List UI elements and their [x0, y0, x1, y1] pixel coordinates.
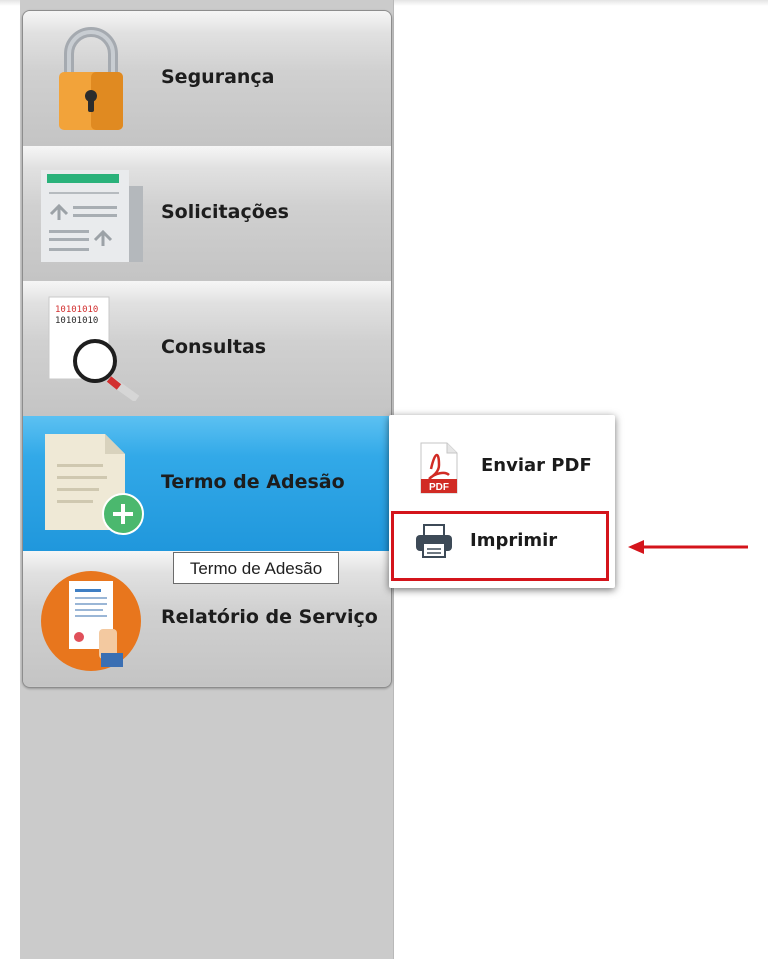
- svg-text:10101010: 10101010: [55, 316, 98, 326]
- print-label: Imprimir: [470, 530, 558, 551]
- menu-label: Solicitações: [161, 201, 289, 223]
- menu-item-consultas[interactable]: 10101010 10101010 Consultas: [23, 281, 391, 416]
- context-submenu: PDF Enviar PDF Imprimir: [389, 415, 615, 588]
- report-certificate-icon: [41, 571, 141, 671]
- menu-label: Segurança: [161, 66, 275, 88]
- document-list-icon: [41, 170, 143, 262]
- menu-label: Relatório de Serviço: [161, 606, 378, 628]
- pdf-icon-text: PDF: [429, 482, 449, 493]
- print-menu-item[interactable]: Imprimir: [391, 511, 609, 581]
- tooltip: Termo de Adesão: [173, 552, 339, 584]
- sidebar-menu: Segurança Solicitações 10101010 10101010: [22, 10, 392, 688]
- menu-item-solicitacoes[interactable]: Solicitações: [23, 146, 391, 281]
- red-arrow-annotation: [628, 540, 748, 554]
- printer-icon: [416, 524, 452, 558]
- menu-label: Termo de Adesão: [161, 471, 345, 493]
- send-pdf-menu-item[interactable]: PDF Enviar PDF: [389, 427, 615, 512]
- send-pdf-label: Enviar PDF: [481, 455, 592, 476]
- pdf-icon: PDF: [420, 442, 458, 494]
- menu-label: Consultas: [161, 336, 267, 358]
- menu-item-seguranca[interactable]: Segurança: [23, 11, 391, 146]
- padlock-icon: [59, 27, 123, 130]
- binary-magnifier-icon: 10101010 10101010: [48, 296, 140, 401]
- svg-text:10101010: 10101010: [55, 305, 98, 315]
- menu-item-termo-de-adesao[interactable]: Termo de Adesão: [23, 416, 391, 551]
- document-add-icon: [45, 434, 144, 535]
